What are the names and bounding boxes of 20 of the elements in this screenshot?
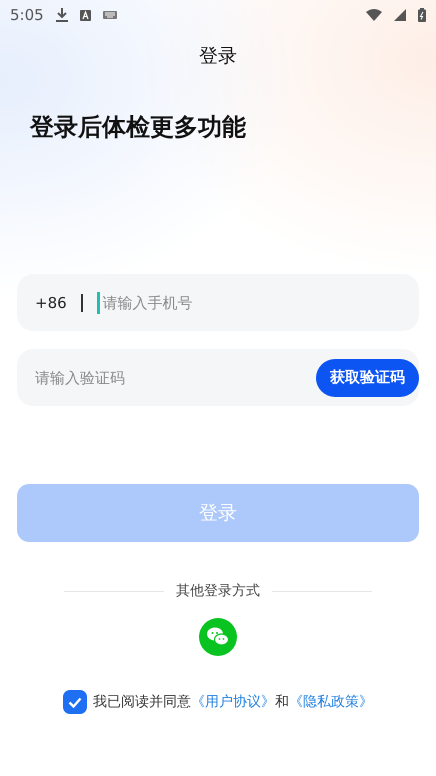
agreement-link[interactable]: 《隐私政策》 bbox=[289, 694, 373, 710]
get-code-button[interactable]: 获取验证码 bbox=[316, 358, 419, 396]
chat-bubbles-icon[interactable] bbox=[199, 618, 237, 656]
country-code[interactable]: +86 bbox=[35, 294, 67, 312]
agreement-checkbox[interactable] bbox=[63, 690, 87, 714]
headline: 登录后体检更多功能 bbox=[30, 112, 247, 143]
agreement-text: 我已阅读并同意《用户协议》和《隐私政策》 bbox=[93, 693, 373, 711]
download-icon bbox=[56, 8, 68, 22]
agreement-link[interactable]: 《用户协议》 bbox=[191, 694, 275, 710]
other-login-label: 其他登录方式 bbox=[176, 582, 260, 600]
wifi-icon bbox=[366, 9, 382, 21]
keyboard-icon bbox=[102, 11, 117, 19]
check-icon bbox=[68, 696, 82, 708]
phone-field[interactable]: +86 请输入手机号 bbox=[17, 274, 419, 331]
clock: 5:05 bbox=[10, 6, 44, 24]
battery-icon bbox=[418, 8, 426, 22]
signal-icon bbox=[394, 9, 406, 21]
page-title: 登录 bbox=[198, 44, 238, 69]
code-field[interactable]: 请输入验证码 获取验证码 bbox=[17, 349, 419, 406]
font-icon bbox=[80, 10, 91, 20]
